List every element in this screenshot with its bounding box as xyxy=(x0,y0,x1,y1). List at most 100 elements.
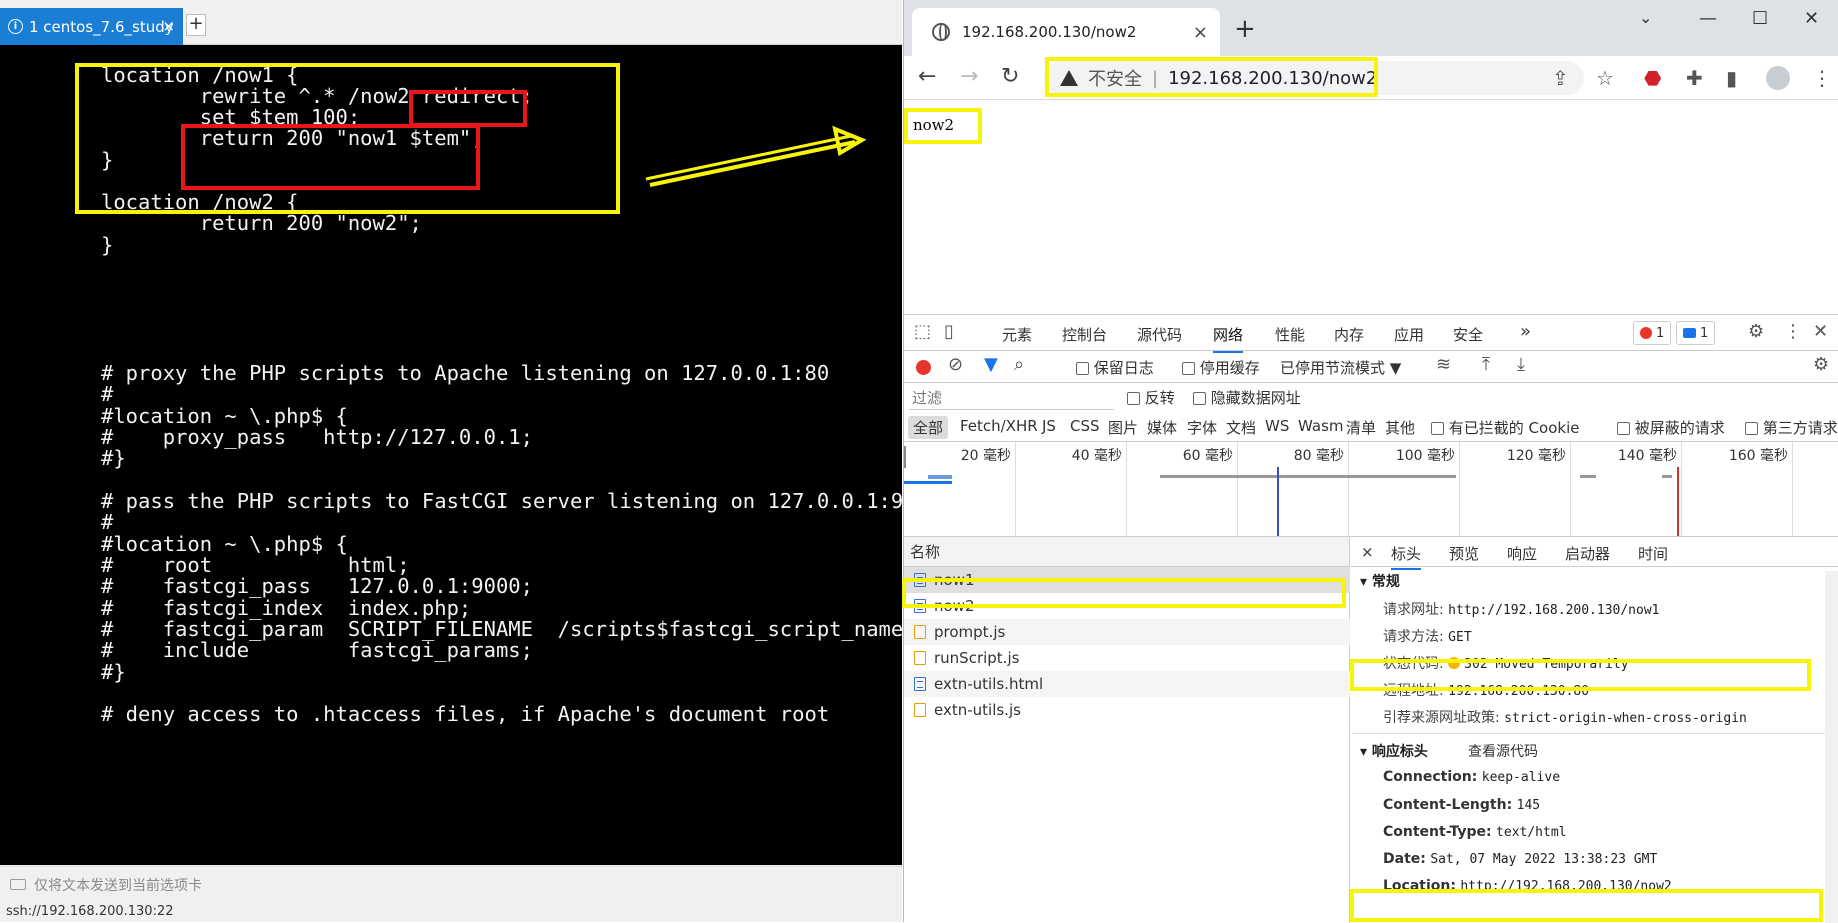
filter-icon[interactable]: ▼ xyxy=(984,354,998,375)
timeline-bar xyxy=(1580,475,1596,478)
invert-checkbox[interactable]: 反转 xyxy=(1127,387,1175,408)
type-wasm[interactable]: Wasm xyxy=(1298,417,1344,435)
tab-preview[interactable]: 预览 xyxy=(1449,543,1479,564)
type-css[interactable]: CSS xyxy=(1070,417,1100,435)
general-section-toggle[interactable]: ▾ 常规 xyxy=(1360,571,1400,591)
close-devtools-icon[interactable]: ✕ xyxy=(1813,321,1828,342)
tab-security[interactable]: 安全 xyxy=(1453,324,1483,345)
request-row-prompt-js[interactable]: prompt.js xyxy=(904,619,1350,645)
tick-line xyxy=(1570,442,1571,536)
blocked-cookies-checkbox[interactable]: 有已拦截的 Cookie xyxy=(1431,417,1579,438)
upload-icon[interactable]: ⤒ xyxy=(1482,354,1490,375)
disable-cache-checkbox[interactable]: 停用缓存 xyxy=(1182,357,1260,378)
download-icon[interactable]: ⤓ xyxy=(1517,354,1525,375)
sidebar-icon[interactable]: ▮ xyxy=(1726,66,1737,90)
tab-performance[interactable]: 性能 xyxy=(1275,324,1305,345)
network-settings-icon[interactable]: ⚙ xyxy=(1813,354,1829,375)
info-icon: i xyxy=(8,19,23,34)
terminal-tab[interactable]: i 1 centos_7.6_study × xyxy=(0,8,183,45)
tab-initiator[interactable]: 启动器 xyxy=(1565,543,1610,564)
bookmark-star-icon[interactable]: ☆ xyxy=(1596,66,1614,90)
kebab-menu-icon[interactable]: ⋮ xyxy=(1784,321,1802,342)
tick-label: 80 毫秒 xyxy=(1293,448,1344,464)
message-badge[interactable]: 1 xyxy=(1676,321,1716,345)
gear-icon[interactable]: ⚙ xyxy=(1748,321,1764,342)
highlight-box xyxy=(904,108,982,144)
preserve-log-checkbox[interactable]: 保留日志 xyxy=(1076,357,1154,378)
reload-icon[interactable]: ↻ xyxy=(1001,64,1019,89)
filter-input[interactable]: 过滤 xyxy=(909,386,1114,410)
back-icon[interactable]: ← xyxy=(918,64,936,89)
type-js[interactable]: JS xyxy=(1042,417,1056,435)
tab-elements[interactable]: 元素 xyxy=(1002,324,1032,345)
highlight-box xyxy=(1350,889,1823,922)
tick-line xyxy=(1015,442,1016,536)
add-tab-button[interactable]: + xyxy=(186,14,206,36)
request-row-runscript-js[interactable]: runScript.js xyxy=(904,645,1350,671)
tab-response[interactable]: 响应 xyxy=(1507,543,1537,564)
type-manifest[interactable]: 清单 xyxy=(1346,417,1376,438)
close-icon[interactable]: × xyxy=(162,17,175,35)
forward-icon[interactable]: → xyxy=(960,64,978,89)
message-icon xyxy=(1683,328,1696,338)
tab-headers[interactable]: 标头 xyxy=(1391,543,1422,570)
resource-type-filter: 全部 Fetch/XHR JS CSS 图片 媒体 字体 文档 WS Wasm … xyxy=(904,412,1838,442)
record-icon[interactable] xyxy=(916,360,931,375)
kv-key: 引荐来源网址政策: xyxy=(1383,710,1500,726)
kv-value: keep-alive xyxy=(1481,770,1561,785)
chevron-down-icon[interactable]: ⌄ xyxy=(1639,8,1652,27)
code-line: # deny access to .htaccess files, if Apa… xyxy=(101,702,830,726)
type-other[interactable]: 其他 xyxy=(1385,417,1415,438)
type-fetch-xhr[interactable]: Fetch/XHR xyxy=(960,417,1038,435)
blocked-requests-checkbox[interactable]: 被屏蔽的请求 xyxy=(1617,417,1725,438)
hide-data-urls-checkbox[interactable]: 隐藏数据网址 xyxy=(1193,387,1301,408)
type-ws[interactable]: WS xyxy=(1265,417,1289,435)
code-line: #} xyxy=(101,446,126,470)
view-source-link[interactable]: 查看源代码 xyxy=(1468,741,1538,761)
type-media[interactable]: 媒体 xyxy=(1147,417,1177,438)
more-tabs-icon[interactable]: » xyxy=(1520,321,1531,342)
close-detail-icon[interactable]: × xyxy=(1361,543,1374,561)
throttling-select[interactable]: 已停用节流模式 ▼ xyxy=(1280,357,1401,378)
tab-application[interactable]: 应用 xyxy=(1394,324,1424,345)
clear-icon[interactable]: ⊘ xyxy=(948,354,963,375)
error-badge[interactable]: 1 xyxy=(1633,321,1672,345)
type-all[interactable]: 全部 xyxy=(908,416,949,439)
type-img[interactable]: 图片 xyxy=(1108,417,1138,438)
avatar[interactable] xyxy=(1766,66,1790,90)
request-row-extn-utils-html[interactable]: extn-utils.html xyxy=(904,671,1350,697)
browser-tab[interactable]: 192.168.200.130/now2 × xyxy=(912,8,1220,56)
type-font[interactable]: 字体 xyxy=(1187,417,1217,438)
new-tab-button[interactable]: + xyxy=(1234,14,1256,44)
search-icon[interactable]: ⌕ xyxy=(1014,354,1024,375)
inspect-icon[interactable]: ⬚ xyxy=(914,321,931,342)
close-window-icon[interactable]: ✕ xyxy=(1804,8,1819,29)
send-text-input[interactable]: 仅将文本发送到当前选项卡 xyxy=(0,866,902,902)
tick-line xyxy=(1126,442,1127,536)
close-tab-icon[interactable]: × xyxy=(1193,22,1208,43)
tab-memory[interactable]: 内存 xyxy=(1334,324,1364,345)
tab-network[interactable]: 网络 xyxy=(1213,324,1244,353)
maximize-icon[interactable]: ☐ xyxy=(1752,8,1768,29)
tab-console[interactable]: 控制台 xyxy=(1062,324,1107,345)
puzzle-icon[interactable]: ✚ xyxy=(1686,66,1703,90)
code-line: } xyxy=(101,233,114,257)
tab-sources[interactable]: 源代码 xyxy=(1137,324,1182,345)
third-party-checkbox[interactable]: 第三方请求 xyxy=(1745,417,1838,438)
scrollbar[interactable] xyxy=(1825,571,1838,923)
device-toolbar-icon[interactable]: ▯ xyxy=(944,321,954,342)
extension-c-icon[interactable]: ⬣ xyxy=(1644,66,1661,90)
type-doc[interactable]: 文档 xyxy=(1226,417,1256,438)
tab-timing[interactable]: 时间 xyxy=(1638,543,1668,564)
request-row-extn-utils-js[interactable]: extn-utils.js xyxy=(904,697,1350,723)
header-content-type: Content-Type: text/html xyxy=(1383,824,1567,840)
response-headers-toggle[interactable]: ▾ 响应标头 xyxy=(1360,741,1428,761)
share-icon[interactable]: ⇪ xyxy=(1552,66,1569,90)
wifi-icon[interactable]: ≋ xyxy=(1436,354,1451,375)
timeline-overview[interactable]: 20 毫秒 40 毫秒 60 毫秒 80 毫秒 100 毫秒 120 毫秒 14… xyxy=(904,442,1838,537)
minimize-icon[interactable]: — xyxy=(1699,8,1717,29)
name-column-header[interactable]: 名称 xyxy=(904,537,1350,567)
menu-icon[interactable]: ⋮ xyxy=(1812,66,1832,90)
third-party-label: 第三方请求 xyxy=(1762,419,1838,437)
tick-label: 20 毫秒 xyxy=(960,448,1011,464)
